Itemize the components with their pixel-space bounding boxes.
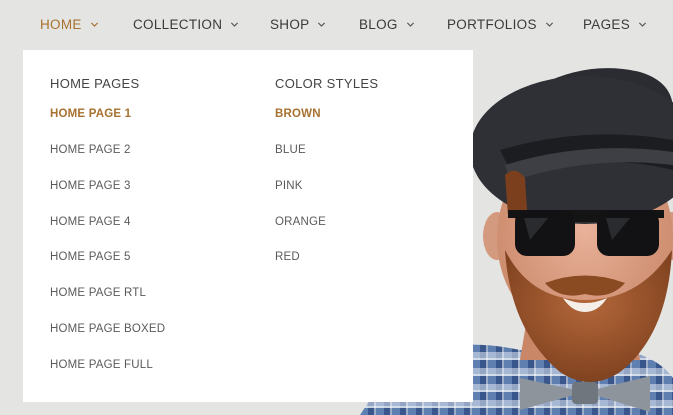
nav-item-blog[interactable]: BLOG xyxy=(359,15,415,33)
menu-link-pink[interactable]: PINK xyxy=(275,180,303,192)
menu-link-home-page-5[interactable]: HOME PAGE 5 xyxy=(50,251,131,263)
menu-link-blue[interactable]: BLUE xyxy=(275,144,306,156)
nav-shop-label: SHOP xyxy=(270,16,310,32)
nav-collection-label: COLLECTION xyxy=(133,16,223,32)
nav-item-home[interactable]: HOME xyxy=(40,15,99,33)
color-styles-heading: COLOR STYLES xyxy=(275,76,379,91)
home-mega-menu: HOME PAGES HOME PAGE 1 HOME PAGE 2 HOME … xyxy=(23,50,473,402)
chevron-down-icon xyxy=(406,20,415,29)
menu-link-home-page-1[interactable]: HOME PAGE 1 xyxy=(50,108,131,120)
nav-home-label: HOME xyxy=(40,16,82,32)
nav-item-pages[interactable]: PAGES xyxy=(583,15,647,33)
nav-pages-label: PAGES xyxy=(583,16,631,32)
chevron-down-icon xyxy=(90,20,99,29)
nav-portfolios-label: PORTFOLIOS xyxy=(447,16,537,32)
home-pages-heading: HOME PAGES xyxy=(50,76,140,91)
chevron-down-icon xyxy=(545,20,554,29)
nav-blog-label: BLOG xyxy=(359,16,398,32)
chevron-down-icon xyxy=(638,20,647,29)
menu-link-home-page-full[interactable]: HOME PAGE FULL xyxy=(50,359,153,371)
main-nav: HOME COLLECTION SHOP BLOG PORTFOLIOS PAG… xyxy=(0,0,673,46)
menu-link-home-page-rtl[interactable]: HOME PAGE RTL xyxy=(50,287,146,299)
nav-item-shop[interactable]: SHOP xyxy=(270,15,326,33)
menu-link-orange[interactable]: ORANGE xyxy=(275,216,326,228)
chevron-down-icon xyxy=(317,20,326,29)
menu-link-red[interactable]: RED xyxy=(275,251,300,263)
chevron-down-icon xyxy=(230,20,239,29)
menu-link-home-page-3[interactable]: HOME PAGE 3 xyxy=(50,180,131,192)
nav-item-collection[interactable]: COLLECTION xyxy=(133,15,239,33)
nav-item-portfolios[interactable]: PORTFOLIOS xyxy=(447,15,554,33)
menu-link-home-page-4[interactable]: HOME PAGE 4 xyxy=(50,216,131,228)
menu-link-home-page-2[interactable]: HOME PAGE 2 xyxy=(50,144,131,156)
menu-link-brown[interactable]: BROWN xyxy=(275,108,321,120)
menu-link-home-page-boxed[interactable]: HOME PAGE BOXED xyxy=(50,323,165,335)
